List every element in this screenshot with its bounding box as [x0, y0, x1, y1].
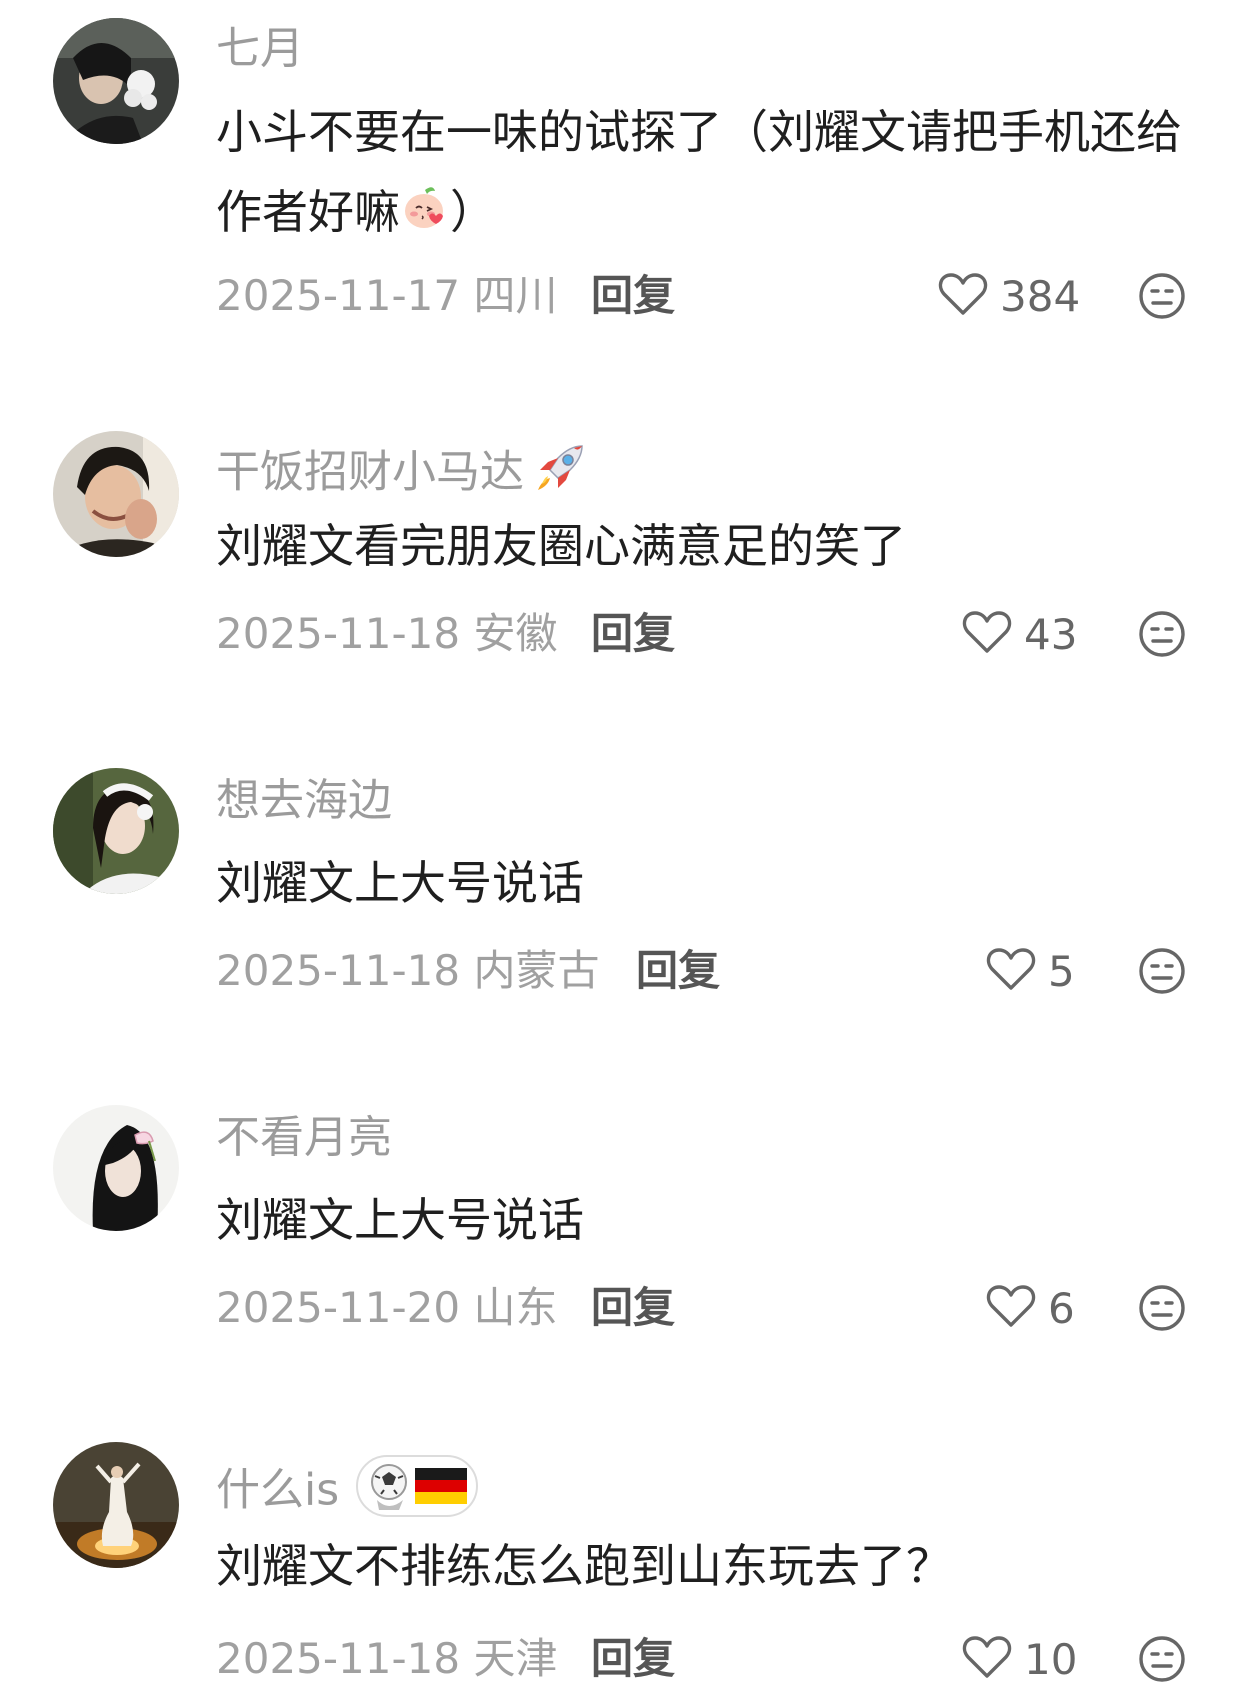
username[interactable]: 什么is: [216, 1450, 479, 1535]
username[interactable]: 想去海边: [216, 774, 392, 828]
heart-outline-icon: [986, 1283, 1036, 1333]
heart-outline-icon: [986, 946, 1036, 996]
comment-date: 2025-11-18: [216, 609, 461, 658]
like-button[interactable]: 43: [962, 606, 1077, 662]
comment-date: 2025-11-18: [216, 946, 461, 995]
like-button[interactable]: 10: [962, 1631, 1077, 1687]
like-button[interactable]: 384: [938, 268, 1080, 324]
comment-text: 刘耀文看完朋友圈心满意足的笑了: [216, 519, 906, 573]
neutral-face-icon[interactable]: [1137, 1283, 1187, 1333]
comment-location: 四川: [473, 271, 558, 320]
comment-date: 2025-11-20: [216, 1283, 461, 1332]
heart-outline-icon: [962, 609, 1012, 659]
reply-button[interactable]: 回复: [591, 268, 675, 324]
avatar[interactable]: [53, 431, 179, 557]
neutral-face-icon[interactable]: [1137, 946, 1187, 996]
comment-text: 小斗不要在一味的试探了（刘耀文请把手机还给作者好嘛）: [216, 92, 1206, 256]
like-count: 384: [1000, 271, 1081, 321]
rocket-icon: [530, 438, 590, 511]
reply-button[interactable]: 回复: [636, 943, 720, 999]
comment-text: 刘耀文上大号说话: [216, 856, 584, 910]
blushing-peach-emoji-icon: [400, 176, 450, 256]
like-count: 5: [1048, 946, 1075, 996]
comment-text: 刘耀文上大号说话: [216, 1193, 584, 1247]
username[interactable]: 七月: [216, 22, 304, 76]
comment-text: 刘耀文不排练怎么跑到山东玩去了？: [216, 1539, 952, 1593]
heart-outline-icon: [962, 1634, 1012, 1684]
like-button[interactable]: 5: [986, 943, 1075, 999]
like-count: 6: [1048, 1283, 1075, 1333]
avatar[interactable]: [53, 18, 179, 144]
neutral-face-icon[interactable]: [1137, 609, 1187, 659]
username[interactable]: 不看月亮: [216, 1111, 392, 1165]
comment-location: 内蒙古: [473, 946, 600, 995]
avatar[interactable]: [53, 1105, 179, 1231]
avatar[interactable]: [53, 768, 179, 894]
reply-button[interactable]: 回复: [591, 1280, 675, 1336]
neutral-face-icon[interactable]: [1137, 271, 1187, 321]
comment-location: 天津: [473, 1634, 558, 1683]
heart-outline-icon: [938, 271, 988, 321]
username[interactable]: 干饭招财小马达: [216, 438, 590, 511]
like-count: 10: [1024, 1634, 1078, 1684]
football-germany-flag-badge-icon: [355, 1450, 479, 1535]
like-count: 43: [1024, 609, 1078, 659]
comment-date: 2025-11-17: [216, 271, 461, 320]
avatar[interactable]: [53, 1442, 179, 1568]
like-button[interactable]: 6: [986, 1280, 1075, 1336]
comment-date: 2025-11-18: [216, 1634, 461, 1683]
reply-button[interactable]: 回复: [591, 606, 675, 662]
comment-location: 山东: [473, 1283, 558, 1332]
reply-button[interactable]: 回复: [591, 1631, 675, 1687]
comment-location: 安徽: [473, 609, 558, 658]
neutral-face-icon[interactable]: [1137, 1634, 1187, 1684]
